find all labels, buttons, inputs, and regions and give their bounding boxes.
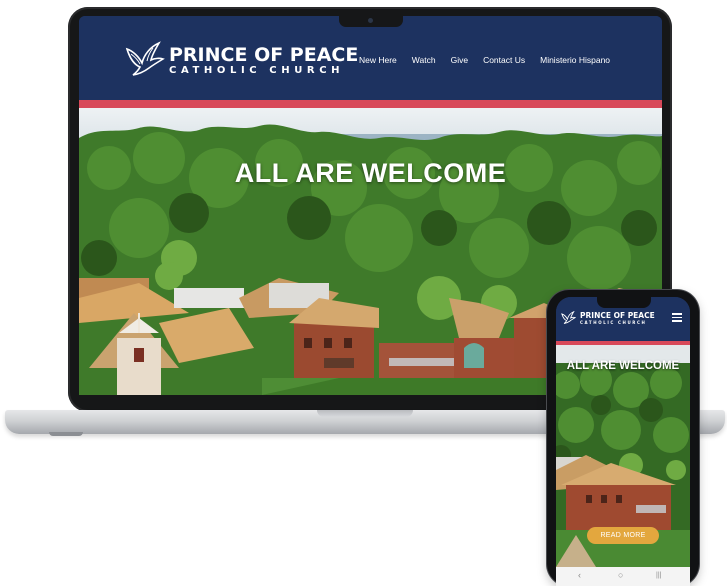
mobile-hero-banner: ALL ARE WELCOME READ MORE — [556, 345, 690, 567]
mobile-logo-title: PRINCE OF PEACE — [580, 310, 655, 320]
logo-subtitle: CATHOLIC CHURCH — [169, 64, 345, 76]
site-header: PRINCE OF PEACE CATHOLIC CHURCH New Here… — [79, 16, 662, 100]
mobile-site-logo[interactable]: PRINCE OF PEACE CATHOLIC CHURCH — [561, 311, 655, 325]
hero-title: ALL ARE WELCOME — [234, 158, 507, 188]
hamburger-menu-icon[interactable] — [672, 313, 682, 322]
dove-logo-icon — [561, 311, 576, 324]
mobile-logo-subtitle: CATHOLIC CHURCH — [580, 319, 647, 325]
nav-ministerio-hispano[interactable]: Ministerio Hispano — [540, 55, 610, 65]
read-more-button[interactable]: READ MORE — [587, 527, 659, 544]
logo-title: PRINCE OF PEACE — [169, 43, 359, 66]
phone-system-navbar: ‹ ○ ||| — [556, 567, 690, 586]
site-logo[interactable]: PRINCE OF PEACE CATHOLIC CHURCH — [125, 41, 358, 79]
mobile-hero-title: ALL ARE WELCOME — [566, 360, 680, 372]
laptop-camera-notch — [339, 15, 403, 27]
phone-screen: PRINCE OF PEACE CATHOLIC CHURCH ALL ARE … — [556, 297, 690, 586]
header-accent-bar — [79, 100, 662, 108]
phone-notch — [597, 296, 651, 308]
nav-contact-us[interactable]: Contact Us — [483, 55, 525, 65]
nav-give[interactable]: Give — [451, 55, 468, 65]
back-icon[interactable]: ‹ — [578, 570, 581, 580]
main-nav: New Here Watch Give Contact Us Ministeri… — [359, 55, 625, 65]
home-icon[interactable]: ○ — [618, 570, 623, 580]
nav-new-here[interactable]: New Here — [359, 55, 397, 65]
recent-apps-icon[interactable]: ||| — [656, 572, 661, 579]
nav-watch[interactable]: Watch — [412, 55, 436, 65]
dove-logo-icon — [125, 41, 165, 76]
